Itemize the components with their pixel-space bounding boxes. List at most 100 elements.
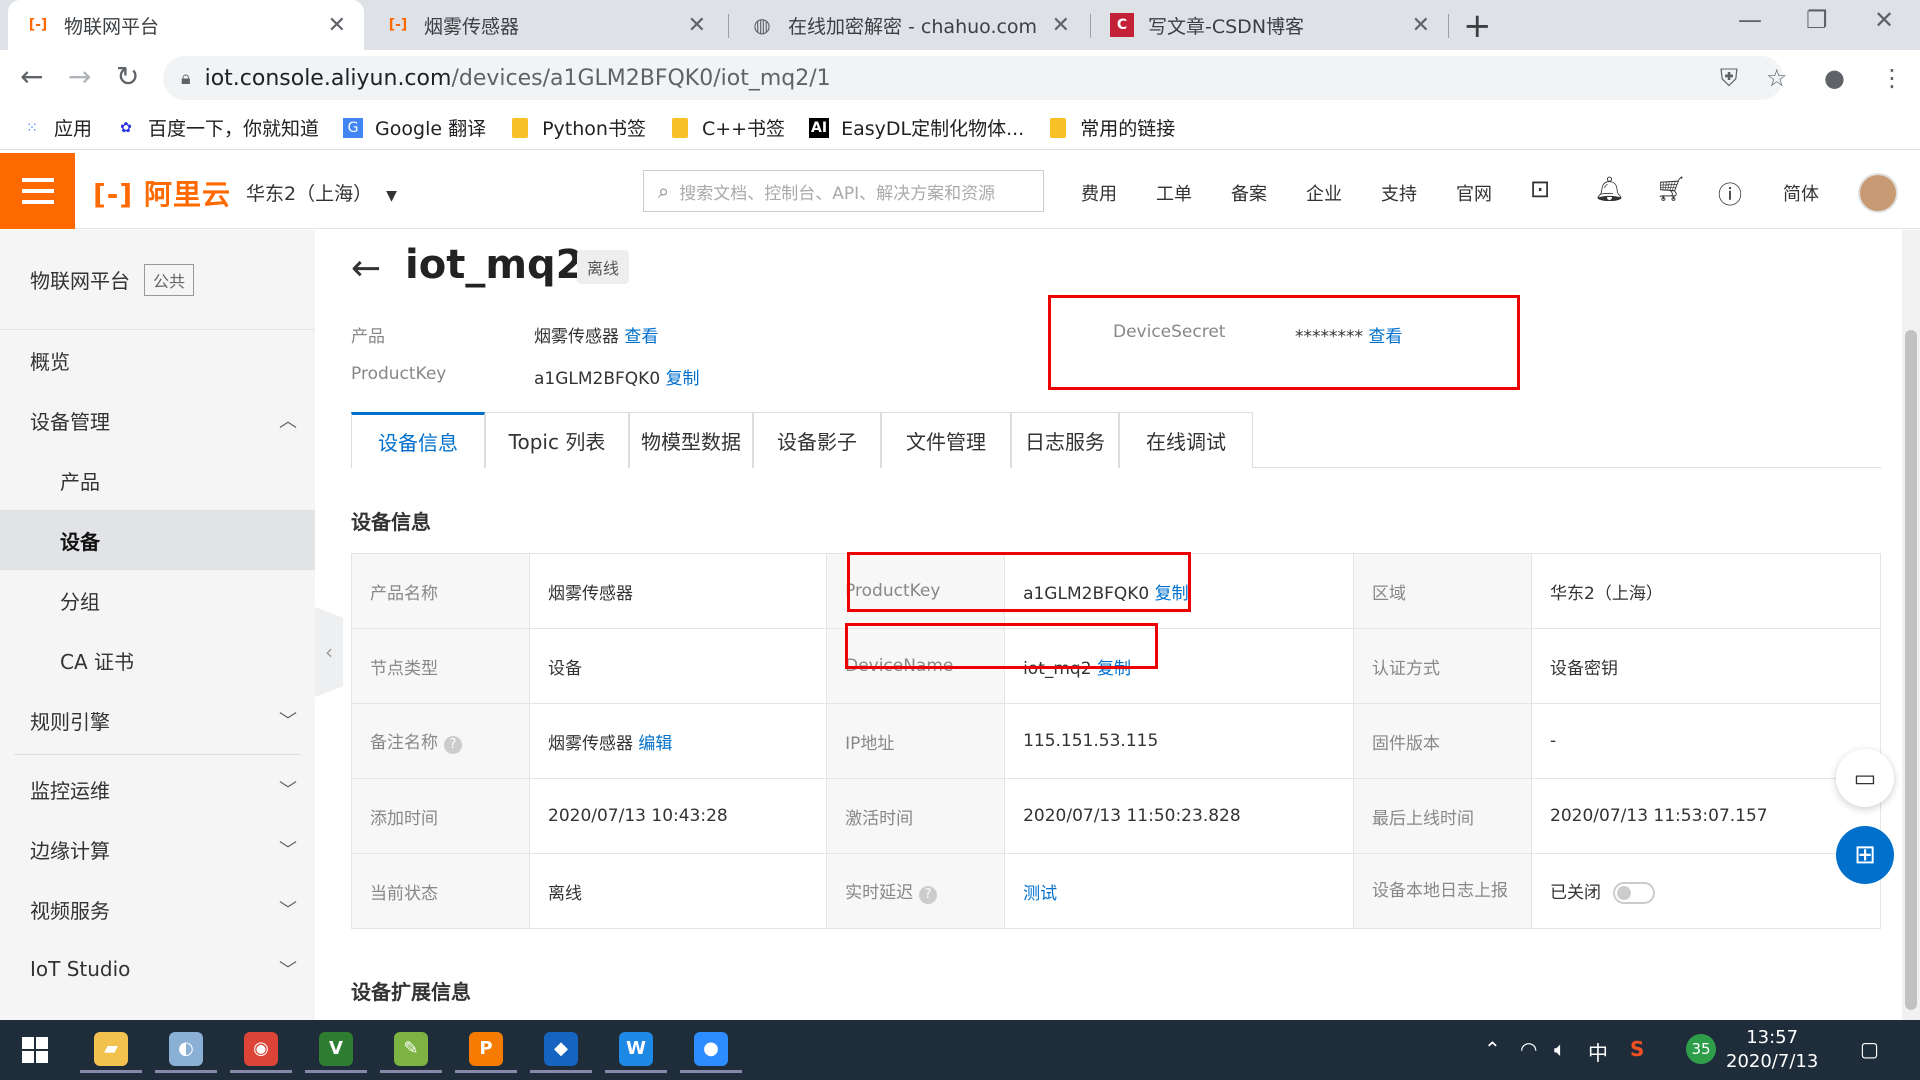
sidebar-item[interactable]: 边缘计算 ﹀: [0, 819, 315, 879]
hawk-icon[interactable]: ◆: [530, 1027, 592, 1073]
windows-start-icon[interactable]: [22, 1037, 48, 1063]
device-tab[interactable]: 物模型数据: [629, 412, 753, 468]
close-icon[interactable]: ✕: [1412, 13, 1430, 38]
bookmark-baidu[interactable]: ✿ 百度一下，你就知道: [116, 114, 319, 141]
terminal-icon[interactable]: ⊡: [1530, 175, 1550, 203]
minimize-icon[interactable]: —: [1738, 6, 1762, 34]
nav-enterprise[interactable]: 企业: [1306, 180, 1342, 206]
sidebar-item[interactable]: 概览: [0, 330, 315, 390]
badge-count[interactable]: 35: [1686, 1034, 1716, 1064]
sidebar-item[interactable]: 设备管理 ︿: [0, 390, 315, 450]
close-icon[interactable]: ✕: [328, 13, 346, 38]
window-close-icon[interactable]: ✕: [1874, 6, 1894, 34]
sidebar-item[interactable]: IoT Studio ﹀: [0, 939, 315, 999]
help-icon[interactable]: ⓘ: [1718, 175, 1742, 210]
cell-label: 设备本地日志上报: [1353, 853, 1533, 929]
language-switch[interactable]: 简体: [1783, 180, 1819, 206]
browser-tab-iot[interactable]: [-] 物联网平台 ✕: [8, 0, 364, 50]
sidebar-item[interactable]: 产品: [0, 450, 315, 510]
more-menu-icon[interactable]: ⋮: [1880, 64, 1904, 92]
nav-fees[interactable]: 费用: [1081, 180, 1117, 206]
notepad-plus-icon[interactable]: ✎: [380, 1027, 442, 1073]
back-icon[interactable]: ←: [20, 60, 43, 93]
bookmark-easydl[interactable]: AI EasyDL定制化物体...: [809, 114, 1024, 141]
close-icon[interactable]: ✕: [688, 13, 706, 38]
aliyun-logo[interactable]: [-] 阿里云: [93, 173, 231, 213]
chrome-icon[interactable]: ◉: [230, 1027, 292, 1073]
nav-support[interactable]: 支持: [1381, 180, 1417, 206]
taskbar-app-glyph: ✎: [394, 1031, 428, 1066]
wifi-icon[interactable]: ◠: [1520, 1037, 1537, 1061]
device-tab[interactable]: 设备影子: [753, 412, 881, 468]
scrollbar-thumb[interactable]: [1905, 330, 1917, 1010]
local-log-toggle[interactable]: [1613, 882, 1656, 904]
sidebar-item[interactable]: 规则引擎 ﹀: [0, 690, 315, 750]
tab-divider: [1448, 14, 1449, 38]
scrollbar[interactable]: [1902, 230, 1920, 1020]
product-value: 烟雾传感器 查看: [534, 327, 659, 347]
file-explorer-icon[interactable]: ▰: [80, 1027, 142, 1073]
nav-official-site[interactable]: 官网: [1456, 180, 1492, 206]
zoom-icon[interactable]: ●: [680, 1027, 742, 1073]
paint-icon[interactable]: ◐: [155, 1027, 217, 1073]
hamburger-menu-icon[interactable]: [0, 153, 75, 229]
sidebar-item[interactable]: 分组: [0, 570, 315, 630]
close-icon[interactable]: ✕: [1052, 13, 1070, 38]
browser-tab-smoke[interactable]: [-] 烟雾传感器 ✕: [368, 0, 724, 50]
shield-block-icon[interactable]: ⛨: [1720, 64, 1738, 92]
test-latency-link[interactable]: 测试: [1023, 884, 1057, 904]
console-search-input[interactable]: ⌕ 搜索文档、控制台、API、解决方案和资源: [643, 170, 1044, 212]
help-icon[interactable]: ?: [919, 886, 938, 904]
nav-icp[interactable]: 备案: [1231, 180, 1267, 206]
address-bar[interactable]: 🔒︎ iot.console.aliyun.com /devices/a1GLM…: [163, 56, 1783, 100]
apps-icon[interactable]: ⊞: [1836, 826, 1894, 884]
sidebar-item[interactable]: 设备: [0, 510, 315, 570]
avatar[interactable]: [1858, 173, 1898, 213]
notification-icon[interactable]: ▢: [1860, 1037, 1879, 1061]
wps-icon[interactable]: W: [605, 1027, 667, 1073]
device-tab[interactable]: 文件管理: [881, 412, 1011, 468]
sogou-icon[interactable]: S: [1630, 1037, 1644, 1061]
bookmark-common-links[interactable]: 常用的链接: [1048, 114, 1175, 141]
cell-value: -: [1531, 703, 1881, 779]
ime-indicator[interactable]: 中: [1588, 1037, 1608, 1066]
device-tab[interactable]: 日志服务: [1011, 412, 1119, 468]
sidebar-item[interactable]: 监控运维 ﹀: [0, 759, 315, 819]
browser-tab-chahuo[interactable]: ◍ 在线加密解密 - chahuo.com ✕: [732, 0, 1088, 50]
sidebar-collapse-handle[interactable]: ‹: [315, 607, 343, 697]
new-tab-icon[interactable]: +: [1463, 6, 1492, 46]
sidebar-item[interactable]: CA 证书: [0, 630, 315, 690]
restore-icon[interactable]: ❐: [1806, 6, 1828, 34]
browser-tab-csdn[interactable]: C 写文章-CSDN博客 ✕: [1092, 0, 1448, 50]
instance-tag[interactable]: 公共: [144, 263, 195, 296]
view-product-link[interactable]: 查看: [624, 327, 658, 347]
bookmark-apps[interactable]: ⁙ 应用: [22, 114, 92, 141]
chevron-up-icon[interactable]: ⌃: [1484, 1037, 1501, 1061]
vs-code-icon[interactable]: V: [305, 1027, 367, 1073]
device-tab[interactable]: 设备信息: [351, 412, 485, 468]
region-selector[interactable]: 华东2（上海） ▼: [246, 179, 397, 206]
bell-icon[interactable]: 🔔︎: [1594, 175, 1624, 203]
back-arrow-icon[interactable]: ←: [351, 248, 381, 289]
device-tab[interactable]: 在线调试: [1119, 412, 1253, 468]
bookmark-star-icon[interactable]: ☆: [1766, 64, 1788, 92]
forward-icon[interactable]: →: [68, 60, 91, 93]
cart-icon[interactable]: 🛒︎: [1656, 175, 1686, 203]
volume-icon[interactable]: 🔈︎: [1554, 1037, 1566, 1061]
bookmark-google-translate[interactable]: G Google 翻译: [343, 114, 486, 141]
clock-time: 13:57: [1746, 1027, 1799, 1048]
system-clock[interactable]: 13:57 2020/7/13: [1726, 1026, 1818, 1074]
nav-tickets[interactable]: 工单: [1156, 180, 1192, 206]
reload-icon[interactable]: ↻: [116, 60, 139, 93]
edit-note-link[interactable]: 编辑: [638, 734, 672, 754]
help-icon[interactable]: ?: [444, 736, 462, 754]
bookmark-cpp[interactable]: C++书签: [670, 114, 785, 141]
bookmark-python[interactable]: Python书签: [510, 114, 646, 141]
profile-icon[interactable]: ●: [1824, 64, 1845, 92]
sidebar-item[interactable]: 视频服务 ﹀: [0, 879, 315, 939]
copy-productkey-link[interactable]: 复制: [666, 369, 700, 389]
device-tab[interactable]: Topic 列表: [485, 412, 629, 468]
cell-value: 设备: [528, 628, 828, 704]
chat-icon[interactable]: ▭: [1836, 749, 1894, 807]
pdf-reader-icon[interactable]: P: [455, 1027, 517, 1073]
